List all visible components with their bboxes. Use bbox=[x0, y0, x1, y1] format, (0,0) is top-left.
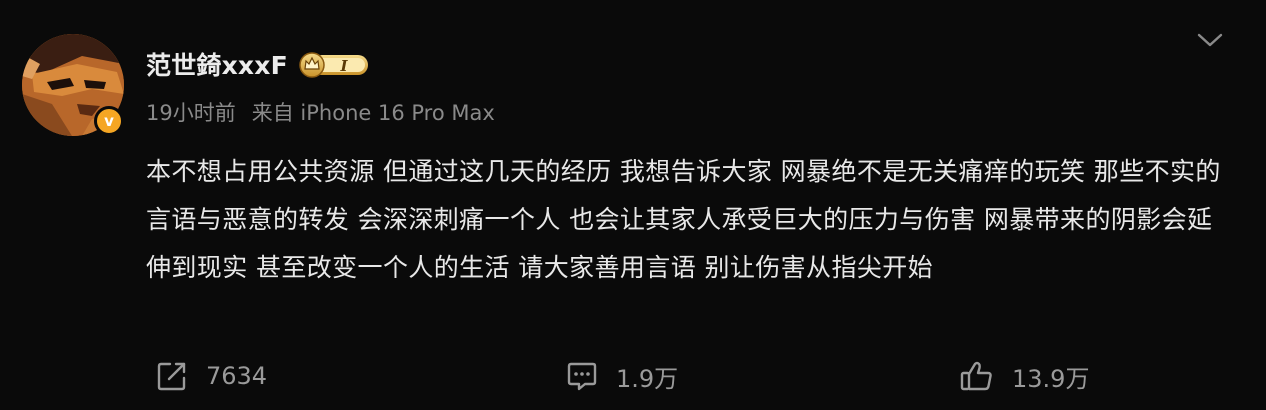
like-button[interactable]: 13.9万 bbox=[960, 352, 1089, 400]
post-time: 19小时前 bbox=[146, 101, 236, 125]
repost-count: 7634 bbox=[206, 362, 268, 390]
thumbs-up-icon bbox=[960, 360, 994, 392]
share-icon bbox=[156, 360, 188, 392]
post-content: 本不想占用公共资源 但通过这几天的经历 我想告诉大家 网暴绝不是无关痛痒的玩笑 … bbox=[146, 157, 1221, 282]
verified-badge-icon: v bbox=[94, 106, 124, 136]
chevron-down-icon[interactable] bbox=[1196, 28, 1224, 52]
member-level-text: I bbox=[339, 57, 348, 75]
repost-button[interactable]: 7634 bbox=[156, 352, 267, 400]
comment-button[interactable]: 1.9万 bbox=[566, 352, 678, 400]
weibo-post-card: v 范世錡xxxF I 19小时前 来自 iPhone 16 Pro Max 本… bbox=[0, 0, 1266, 410]
like-count: 13.9万 bbox=[1012, 364, 1090, 393]
member-level-badge-icon[interactable]: I bbox=[298, 49, 372, 79]
post-source: 来自 iPhone 16 Pro Max bbox=[251, 101, 495, 125]
username[interactable]: 范世錡xxxF bbox=[146, 46, 288, 82]
comment-icon bbox=[566, 360, 598, 392]
action-bar: 7634 1.9万 13.9万 bbox=[0, 352, 1266, 400]
post-meta: 19小时前 来自 iPhone 16 Pro Max bbox=[146, 97, 495, 127]
name-row: 范世錡xxxF I bbox=[146, 44, 372, 84]
comment-count: 1.9万 bbox=[616, 364, 679, 393]
